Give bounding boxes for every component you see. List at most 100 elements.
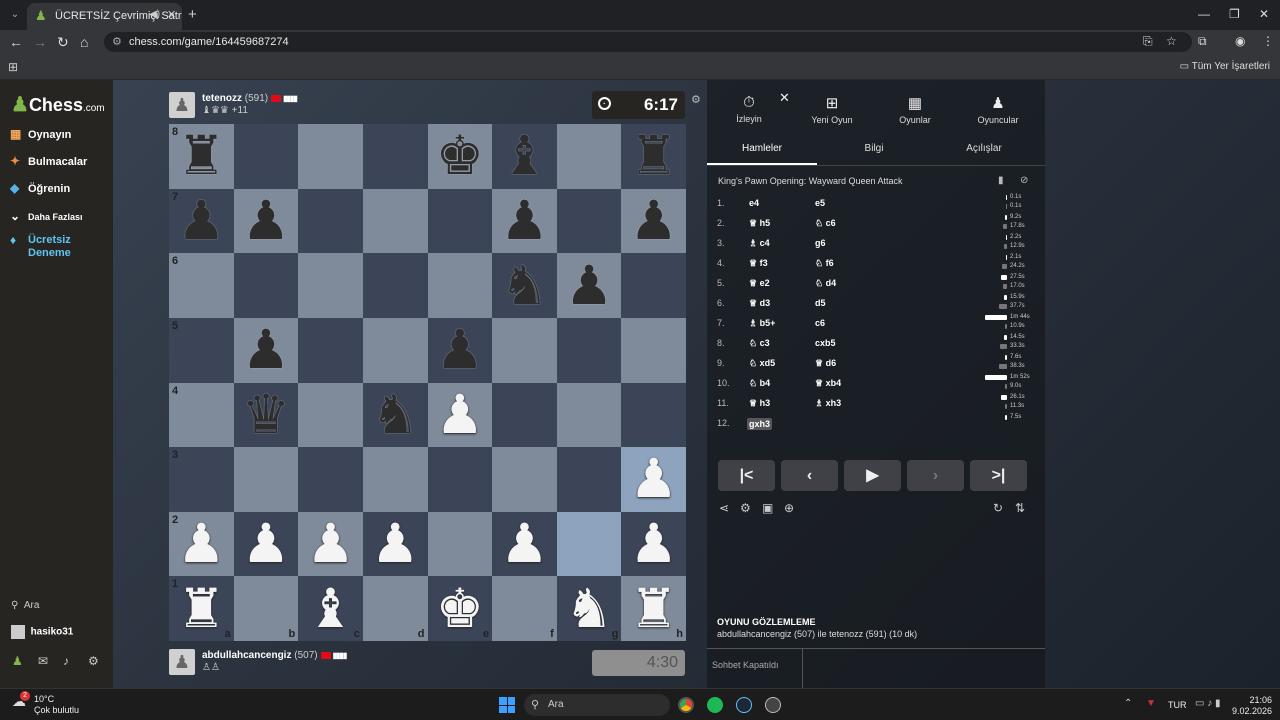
square-f1[interactable]: f: [492, 576, 557, 641]
square-f6[interactable]: ♞: [492, 253, 557, 318]
square-e5[interactable]: ♟: [427, 317, 493, 383]
square-a5[interactable]: 5: [169, 317, 234, 383]
square-h6[interactable]: [621, 253, 686, 318]
black-rook-piece[interactable]: ♜: [177, 129, 225, 183]
next-move-button[interactable]: ›: [907, 460, 964, 491]
spotify-icon[interactable]: [707, 697, 723, 713]
white-pawn-piece[interactable]: ♟: [306, 517, 354, 571]
close-panel-icon[interactable]: ✕: [779, 90, 790, 106]
white-bishop-piece[interactable]: ♝: [306, 581, 354, 636]
white-rook-piece[interactable]: ♜: [629, 581, 677, 636]
square-c7[interactable]: [298, 188, 363, 254]
tab-watch[interactable]: ⏱ İzleyin: [709, 94, 789, 124]
square-h2[interactable]: ♟: [621, 511, 686, 577]
share-icon[interactable]: ⋖: [719, 501, 729, 515]
square-g8[interactable]: [556, 124, 622, 189]
square-d3[interactable]: [362, 447, 428, 512]
black-bishop-piece[interactable]: ♝: [500, 129, 548, 183]
black-pawn-piece[interactable]: ♟: [565, 258, 613, 313]
tray-overflow-icon[interactable]: ⌃: [1124, 698, 1132, 709]
apps-grid-icon[interactable]: ⊞: [8, 60, 18, 74]
black-pawn-piece[interactable]: ♟: [500, 193, 548, 248]
black-pawn-piece[interactable]: ♟: [629, 193, 677, 248]
square-a6[interactable]: 6: [169, 253, 234, 318]
minimize-icon[interactable]: —: [1198, 7, 1210, 21]
square-e8[interactable]: ♚: [427, 124, 493, 189]
menu-icon[interactable]: ⋮: [1262, 34, 1274, 48]
sidebar-item-free-trial[interactable]: ♦ Ücretsiz Deneme: [10, 234, 100, 260]
square-b4[interactable]: ♛: [233, 382, 299, 448]
square-c3[interactable]: [298, 447, 363, 512]
square-b1[interactable]: b: [233, 576, 299, 641]
square-b8[interactable]: [233, 124, 299, 189]
black-pawn-piece[interactable]: ♟: [242, 323, 290, 377]
square-h7[interactable]: ♟: [621, 188, 686, 254]
black-move[interactable]: g6: [815, 238, 826, 248]
black-move[interactable]: ♕ d6: [815, 358, 836, 369]
square-f5[interactable]: [492, 317, 557, 383]
white-move[interactable]: e4: [749, 198, 759, 208]
first-move-button[interactable]: |<: [718, 460, 775, 491]
tab-players[interactable]: ♟ Oyuncular: [958, 94, 1038, 125]
chrome-icon[interactable]: [678, 697, 694, 713]
windows-start-icon[interactable]: [499, 697, 515, 713]
white-pawn-piece[interactable]: ♟: [500, 517, 548, 571]
white-move[interactable]: ♕ h5: [749, 218, 770, 229]
subtab-info[interactable]: Bilgi: [819, 143, 929, 154]
white-move[interactable]: ♗ c4: [749, 238, 770, 249]
top-player-name[interactable]: tetenozz (591) ▮▮▮▮: [202, 93, 298, 104]
black-move[interactable]: ♘ d4: [815, 278, 836, 289]
square-d1[interactable]: d: [362, 576, 428, 641]
white-move[interactable]: ♘ xd5: [749, 358, 775, 369]
square-b7[interactable]: ♟: [233, 188, 299, 254]
bottom-player-name[interactable]: abdullahcancengiz (507) ▮▮▮▮: [202, 650, 347, 661]
square-b5[interactable]: ♟: [233, 317, 299, 383]
weather-widget[interactable]: ☁ 2 10°C Çok bulutlu: [12, 691, 79, 716]
white-move[interactable]: gxh3: [747, 418, 773, 430]
play-button[interactable]: ▶: [844, 460, 901, 491]
black-move[interactable]: e5: [815, 198, 825, 208]
subtab-openings[interactable]: Açılışlar: [929, 143, 1039, 154]
white-rook-piece[interactable]: ♜: [177, 581, 225, 636]
square-d4[interactable]: ♞: [362, 382, 428, 448]
subtab-moves[interactable]: Hamleler: [707, 143, 817, 154]
white-move[interactable]: ♕ d3: [749, 298, 770, 309]
steam-icon[interactable]: [736, 697, 752, 713]
black-rook-piece[interactable]: ♜: [629, 129, 677, 183]
profile-icon[interactable]: ◉: [1235, 34, 1245, 48]
white-pawn-piece[interactable]: ♟: [177, 517, 225, 571]
square-c6[interactable]: [298, 253, 363, 318]
white-pawn-piece[interactable]: ♟: [629, 452, 677, 506]
friends-icon[interactable]: ♟: [12, 654, 23, 668]
black-move[interactable]: ♗ xh3: [815, 398, 841, 409]
bottom-player-avatar[interactable]: ♟: [169, 649, 195, 675]
square-c4[interactable]: [298, 382, 363, 448]
tray-app-icon[interactable]: ▼: [1146, 698, 1156, 709]
white-move[interactable]: ♘ b4: [749, 378, 770, 389]
sidebar-item-learn[interactable]: ◆ Öğrenin: [10, 181, 70, 195]
trash-icon[interactable]: ▮: [998, 175, 1004, 186]
white-move[interactable]: ♕ f3: [749, 258, 768, 269]
bell-icon[interactable]: ♪: [63, 654, 69, 668]
black-knight-piece[interactable]: ♞: [371, 387, 419, 442]
square-d8[interactable]: [362, 124, 428, 189]
square-f8[interactable]: ♝: [492, 124, 557, 189]
previous-move-button[interactable]: ‹: [781, 460, 838, 491]
black-pawn-piece[interactable]: ♟: [436, 323, 484, 377]
square-g2[interactable]: [556, 511, 622, 577]
white-pawn-piece[interactable]: ♟: [436, 387, 484, 442]
new-tab-icon[interactable]: +: [188, 6, 197, 23]
settings-gear-icon[interactable]: ⚙: [88, 654, 99, 668]
black-queen-piece[interactable]: ♛: [242, 387, 290, 442]
chess-board[interactable]: 8 ♜ ♚ ♝ ♜ 7 ♟ ♟ ♟ ♟ 6 ♞ ♟ 5 ♟ ♟ 4 ♛ ♞ ♟ 3 ♟ 2 ♟ ♟ ♟ ♟ ♟ ♟ 1 a ♜ b c ♝ d e ♚ f g…: [169, 124, 686, 641]
extensions-icon[interactable]: ⧉: [1198, 34, 1207, 49]
last-move-button[interactable]: >|: [970, 460, 1027, 491]
mail-icon[interactable]: ✉: [38, 654, 48, 668]
black-move[interactable]: ♕ xb4: [815, 378, 841, 389]
white-pawn-piece[interactable]: ♟: [629, 517, 677, 571]
square-h3[interactable]: ♟: [621, 447, 686, 512]
white-knight-piece[interactable]: ♞: [565, 581, 613, 636]
square-d7[interactable]: [362, 188, 428, 254]
white-move[interactable]: ♗ b5+: [749, 318, 775, 329]
reload-icon[interactable]: ↻: [57, 34, 69, 51]
